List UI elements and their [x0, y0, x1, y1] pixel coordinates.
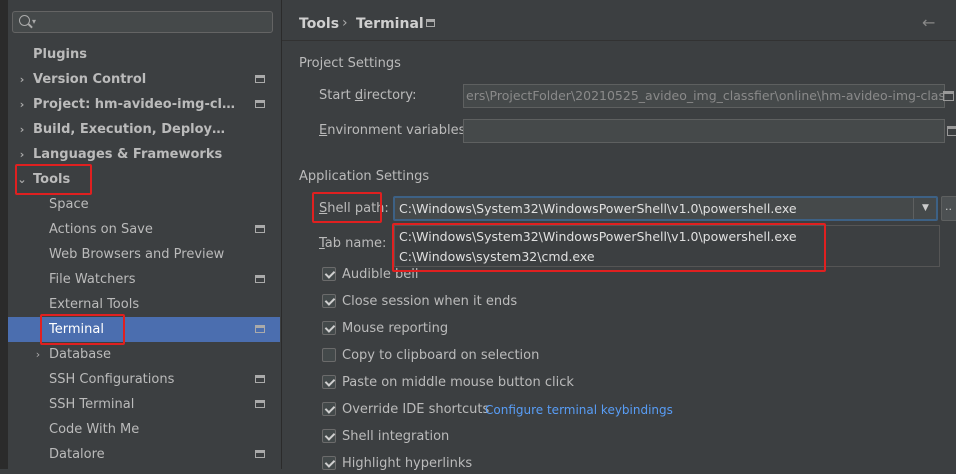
- sidebar-item-label: Project: hm-avideo-img-classif…: [33, 97, 238, 112]
- terminal-settings-panel: Tools › Terminal ← Project Settings Star…: [282, 0, 956, 471]
- breadcrumb-terminal: Terminal: [356, 16, 424, 32]
- breadcrumb-tools[interactable]: Tools: [299, 16, 339, 32]
- shell-path-combobox[interactable]: C:\Windows\System32\WindowsPowerShell\v1…: [393, 196, 938, 221]
- search-input[interactable]: [41, 14, 270, 32]
- settings-search-box[interactable]: ▾: [12, 11, 273, 33]
- sidebar-item[interactable]: › Database: [8, 342, 280, 367]
- option-checkbox[interactable]: [322, 402, 336, 416]
- option-checkbox[interactable]: [322, 456, 336, 470]
- header-divider: [282, 40, 956, 41]
- breadcrumb-separator: ›: [342, 15, 348, 31]
- sidebar-item-label: Languages & Frameworks: [33, 147, 223, 162]
- project-scope-icon: [255, 100, 265, 108]
- sidebar-item[interactable]: ⌄ Tools: [8, 167, 280, 192]
- chevron-right-icon[interactable]: ›: [16, 67, 28, 92]
- sidebar-item[interactable]: External Tools: [8, 292, 280, 317]
- edit-variables-icon[interactable]: [947, 126, 956, 136]
- chevron-down-icon[interactable]: ⌄: [16, 167, 28, 192]
- chevron-right-icon[interactable]: ›: [16, 142, 28, 167]
- option-checkbox[interactable]: [322, 321, 336, 335]
- sidebar-item-label: Database: [49, 347, 112, 362]
- shell-path-label: Shell path:: [319, 201, 389, 216]
- option-label[interactable]: Paste on middle mouse button click: [342, 373, 574, 393]
- sidebar-item[interactable]: › Project: hm-avideo-img-classif…: [8, 92, 280, 117]
- shell-path-dropdown: C:\Windows\System32\WindowsPowerShell\v1…: [394, 225, 940, 267]
- option-checkbox[interactable]: [322, 429, 336, 443]
- application-settings-heading: Application Settings: [299, 169, 430, 184]
- settings-sidebar: ▾ Plugins › Version Control › Project: hm-av…: [8, 0, 288, 469]
- chevron-right-icon[interactable]: ›: [16, 117, 28, 142]
- project-scope-icon: [255, 275, 265, 283]
- option-label[interactable]: Override IDE shortcuts: [342, 400, 489, 420]
- option-checkbox[interactable]: [322, 267, 336, 281]
- sidebar-item[interactable]: File Watchers: [8, 267, 280, 292]
- search-icon: [19, 15, 30, 26]
- sidebar-item[interactable]: Web Browsers and Preview: [8, 242, 280, 267]
- environment-variables-label: Environment variables:: [319, 123, 470, 138]
- project-scope-icon: [255, 450, 265, 458]
- browse-shell-button[interactable]: ..: [941, 196, 956, 221]
- option-checkbox[interactable]: [322, 294, 336, 308]
- back-arrow-icon[interactable]: ←: [922, 13, 935, 32]
- sidebar-item-label: SSH Terminal: [49, 397, 135, 412]
- sidebar-item-label: Web Browsers and Preview: [49, 247, 225, 262]
- shell-option-powershell[interactable]: C:\Windows\System32\WindowsPowerShell\v1…: [399, 227, 797, 247]
- project-scope-icon: [255, 225, 265, 233]
- shell-option-cmd[interactable]: C:\Windows\system32\cmd.exe: [399, 247, 595, 267]
- project-scope-icon: [255, 375, 265, 383]
- sidebar-item-label: External Tools: [49, 297, 140, 312]
- chevron-right-icon[interactable]: ›: [16, 92, 28, 117]
- environment-variables-field[interactable]: [463, 119, 945, 143]
- sidebar-item-label: Code With Me: [49, 422, 140, 437]
- project-scope-icon: [255, 75, 265, 83]
- project-settings-heading: Project Settings: [299, 56, 401, 71]
- search-history-icon[interactable]: ▾: [32, 17, 36, 26]
- project-scope-icon: [426, 19, 435, 27]
- tab-name-label: Tab name:: [319, 236, 387, 251]
- sidebar-item-label: Tools: [33, 172, 71, 187]
- sidebar-item-label: Terminal: [49, 322, 104, 337]
- project-scope-icon: [255, 325, 265, 333]
- sidebar-item-label: Datalore: [49, 447, 105, 462]
- chevron-down-icon[interactable]: ▼: [913, 198, 937, 219]
- option-label[interactable]: Highlight hyperlinks: [342, 454, 472, 474]
- sidebar-item[interactable]: Plugins: [8, 42, 280, 67]
- sidebar-item[interactable]: SSH Terminal: [8, 392, 280, 417]
- sidebar-item-label: Version Control: [33, 72, 147, 87]
- sidebar-item[interactable]: Datalore: [8, 442, 280, 467]
- sidebar-item[interactable]: Code With Me: [8, 417, 280, 442]
- option-label[interactable]: Audible bell: [342, 265, 418, 285]
- option-label[interactable]: Shell integration: [342, 427, 449, 447]
- sidebar-item[interactable]: › Build, Execution, Deployment: [8, 117, 280, 142]
- sidebar-item[interactable]: › Version Control: [8, 67, 280, 92]
- left-edge-strip: [0, 0, 8, 469]
- start-directory-field[interactable]: ers\ProjectFolder\20210525_avideo_img_cl…: [463, 84, 945, 108]
- sidebar-item-label: SSH Configurations: [49, 372, 175, 387]
- option-label[interactable]: Close session when it ends: [342, 292, 517, 312]
- option-label[interactable]: Mouse reporting: [342, 319, 448, 339]
- configure-keybindings-link[interactable]: Configure terminal keybindings: [485, 400, 673, 420]
- sidebar-item-label: Space: [49, 197, 89, 212]
- sidebar-item-label: Build, Execution, Deployment: [33, 122, 238, 137]
- sidebar-item[interactable]: Actions on Save: [8, 217, 280, 242]
- sidebar-item-label: Actions on Save: [49, 222, 153, 237]
- option-label[interactable]: Copy to clipboard on selection: [342, 346, 539, 366]
- chevron-right-icon[interactable]: ›: [32, 342, 44, 367]
- sidebar-item[interactable]: SSH Configurations: [8, 367, 280, 392]
- start-directory-label: Start directory:: [319, 88, 417, 103]
- project-scope-icon: [255, 400, 265, 408]
- option-checkbox[interactable]: [322, 375, 336, 389]
- sidebar-item[interactable]: Terminal: [8, 317, 280, 342]
- sidebar-item[interactable]: › Languages & Frameworks: [8, 142, 280, 167]
- sidebar-item-label: Plugins: [33, 47, 87, 62]
- sidebar-item-label: File Watchers: [49, 272, 136, 287]
- sidebar-item[interactable]: Space: [8, 192, 280, 217]
- browse-folder-icon[interactable]: [943, 91, 954, 101]
- option-checkbox[interactable]: [322, 348, 336, 362]
